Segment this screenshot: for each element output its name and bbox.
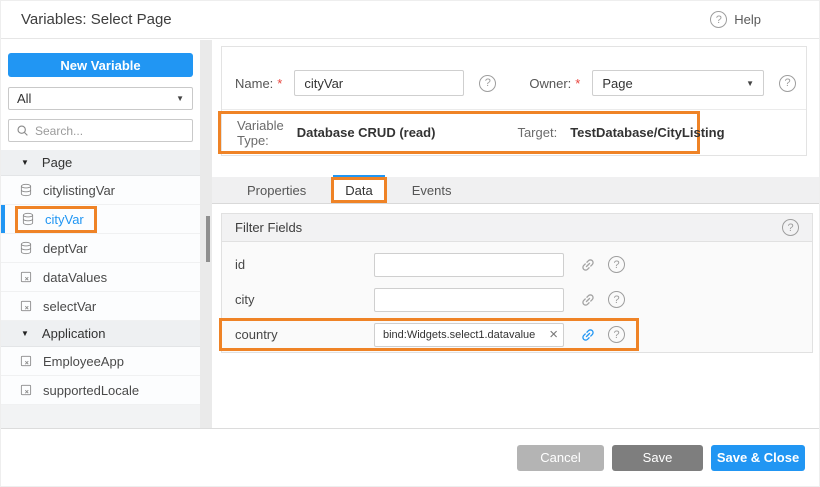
detail-tab-bar: Properties Data Events	[212, 177, 819, 204]
name-input[interactable]	[294, 70, 464, 96]
filter-row-city: city ?	[222, 282, 812, 317]
sidebar-item-EmployeeApp[interactable]: EmployeeApp	[1, 347, 200, 376]
model-variable-icon	[19, 383, 33, 397]
sidebar-item-label: citylistingVar	[43, 183, 115, 198]
variable-filter-select[interactable]: All ▼	[8, 87, 193, 110]
variable-filter-value: All	[17, 91, 31, 106]
bind-link-icon[interactable]	[580, 292, 596, 308]
sidebar-item-label: EmployeeApp	[43, 354, 124, 369]
variable-detail-panel: Name: * ? Owner: * Page ▼ ? Variable Typ…	[212, 40, 819, 428]
triangle-down-icon: ▼	[21, 158, 29, 167]
sidebar-item-label: selectVar	[43, 299, 96, 314]
save-button[interactable]: Save	[612, 445, 703, 471]
sidebar-scrollbar-track[interactable]	[200, 40, 212, 428]
filter-row-id: id ?	[222, 247, 812, 282]
model-variable-icon	[19, 354, 33, 368]
id-field-input[interactable]	[374, 253, 564, 277]
clear-binding-icon[interactable]: ×	[549, 327, 558, 342]
name-label: Name:	[235, 76, 273, 91]
model-variable-icon	[19, 270, 33, 284]
sidebar-item-citylistingVar[interactable]: citylistingVar	[1, 176, 200, 205]
filter-fields-panel: Filter Fields ? id ? city	[221, 213, 813, 353]
page-title: Variables: Select Page	[21, 11, 172, 28]
variables-dialog: Variables: Select Page ? Help New Variab…	[0, 0, 820, 487]
target-value: TestDatabase/CityListing	[570, 125, 724, 140]
filter-fields-help-icon[interactable]: ?	[782, 219, 799, 236]
field-help-icon[interactable]: ?	[608, 326, 625, 343]
sidebar-item-cityVar[interactable]: cityVar	[1, 205, 200, 234]
sidebar-section-page[interactable]: ▼ Page	[1, 150, 200, 176]
variable-type-annotation-box: Variable Type: Database CRUD (read) Targ…	[218, 111, 700, 154]
sidebar-item-selectVar[interactable]: selectVar	[1, 292, 200, 321]
help-icon: ?	[710, 11, 727, 28]
new-variable-button[interactable]: New Variable	[8, 53, 193, 77]
sidebar-scrollbar-thumb[interactable]	[206, 216, 210, 262]
sidebar-section-application[interactable]: ▼ Application	[1, 321, 200, 347]
dialog-footer: Cancel Save Save & Close	[1, 428, 819, 486]
name-owner-row: Name: * ? Owner: * Page ▼ ?	[235, 70, 796, 96]
sidebar-item-supportedLocale[interactable]: supportedLocale	[1, 376, 200, 405]
country-field-input[interactable]: bind:Widgets.select1.datavalue ×	[374, 323, 564, 347]
section-label: Page	[42, 155, 72, 170]
name-help-icon[interactable]: ?	[479, 75, 496, 92]
bind-expression: bind:Widgets.select1.datavalue	[383, 329, 546, 341]
chevron-down-icon: ▼	[746, 79, 754, 88]
variable-summary-card: Name: * ? Owner: * Page ▼ ? Variable Typ…	[221, 46, 807, 156]
sidebar-footer-strip	[1, 405, 200, 428]
bind-link-icon[interactable]	[580, 257, 596, 273]
triangle-down-icon: ▼	[21, 329, 29, 338]
sidebar-item-deptVar[interactable]: deptVar	[1, 234, 200, 263]
database-icon	[19, 241, 33, 255]
help-label: Help	[734, 12, 761, 27]
sidebar-item-label: dataValues	[43, 270, 107, 285]
sidebar-item-label: supportedLocale	[43, 383, 139, 398]
filter-fields-header: Filter Fields ?	[222, 214, 812, 242]
sidebar-item-label: deptVar	[43, 241, 88, 256]
filter-fields-title: Filter Fields	[235, 220, 302, 235]
help-link[interactable]: ? Help	[710, 11, 761, 28]
target-label: Target:	[517, 125, 557, 140]
required-marker: *	[575, 76, 580, 91]
field-label: id	[235, 257, 374, 272]
field-help-icon[interactable]: ?	[608, 256, 625, 273]
filter-rows: id ? city	[222, 242, 812, 352]
tab-properties[interactable]: Properties	[229, 177, 324, 203]
owner-value: Page	[602, 76, 632, 91]
database-icon	[19, 183, 33, 197]
required-marker: *	[277, 76, 282, 91]
annotation-outline: cityVar	[15, 206, 97, 233]
variables-sidebar: New Variable All ▼ ▼ Page citylistingVar	[1, 40, 200, 428]
model-variable-icon	[19, 299, 33, 313]
dialog-header: Variables: Select Page ? Help	[1, 1, 819, 39]
search-box[interactable]	[8, 119, 193, 142]
tab-data[interactable]: Data	[331, 177, 386, 203]
search-icon	[16, 124, 29, 137]
field-help-icon[interactable]: ?	[608, 291, 625, 308]
sidebar-item-dataValues[interactable]: dataValues	[1, 263, 200, 292]
variable-type-label: Variable Type:	[237, 118, 284, 148]
chevron-down-icon: ▼	[176, 94, 184, 103]
section-label: Application	[42, 326, 106, 341]
filter-row-country: country bind:Widgets.select1.datavalue ×…	[222, 317, 812, 352]
divider	[222, 109, 806, 110]
field-label: country	[235, 327, 374, 342]
owner-select[interactable]: Page ▼	[592, 70, 764, 96]
city-field-input[interactable]	[374, 288, 564, 312]
search-input[interactable]	[35, 124, 185, 138]
owner-help-icon[interactable]: ?	[779, 75, 796, 92]
bind-link-icon[interactable]	[580, 327, 596, 343]
variable-type-value: Database CRUD (read)	[297, 125, 436, 140]
database-icon	[21, 212, 35, 226]
save-and-close-button[interactable]: Save & Close	[711, 445, 805, 471]
cancel-button[interactable]: Cancel	[517, 445, 604, 471]
owner-label: Owner:	[529, 76, 571, 91]
field-label: city	[235, 292, 374, 307]
tab-events[interactable]: Events	[394, 177, 470, 203]
sidebar-item-label: cityVar	[45, 212, 84, 227]
